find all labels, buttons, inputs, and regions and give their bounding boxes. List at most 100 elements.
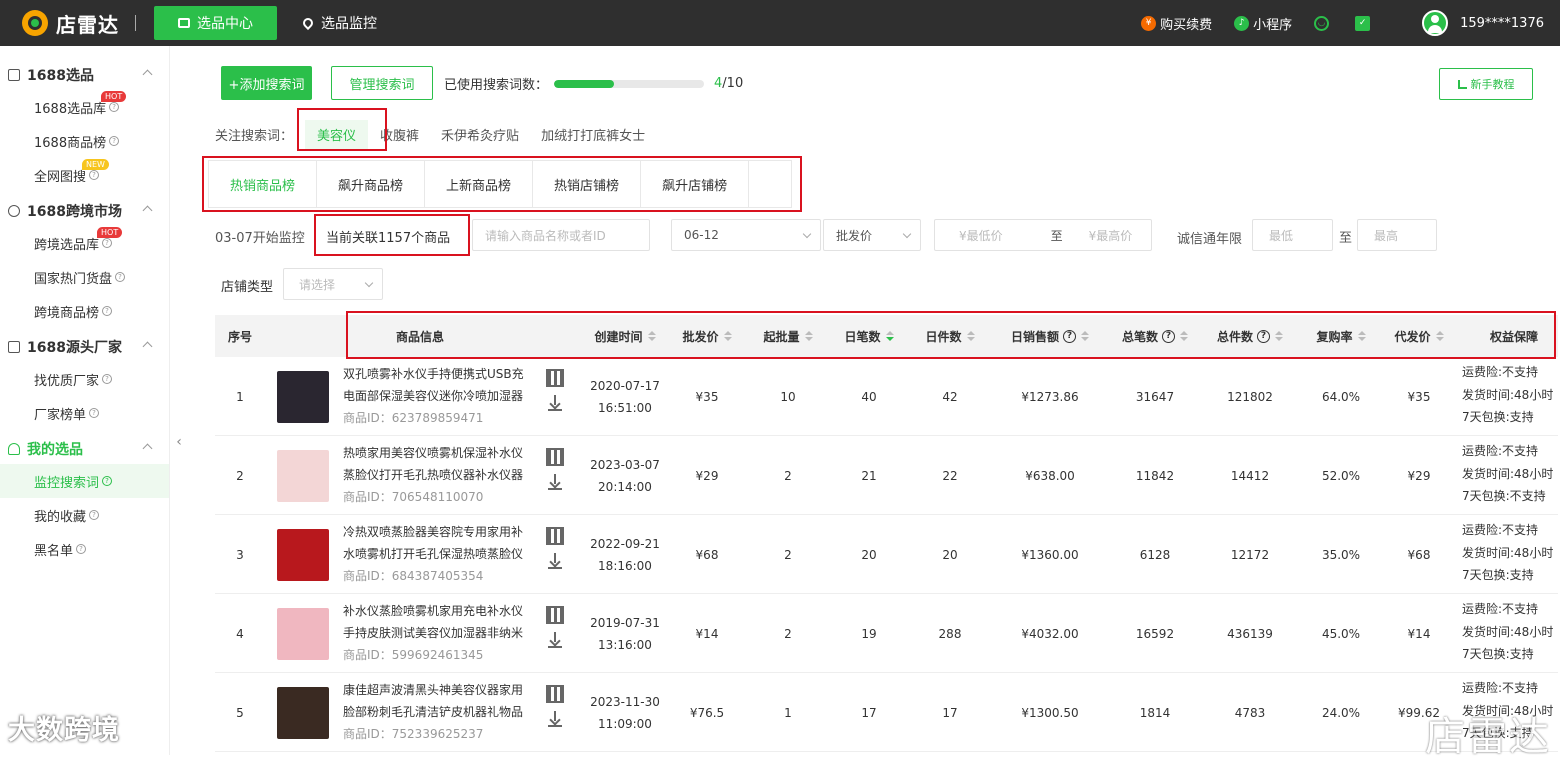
help-icon[interactable]: ? <box>109 102 120 112</box>
help-icon[interactable]: ? <box>102 476 113 486</box>
help-icon[interactable]: ? <box>89 408 100 418</box>
sidebar-item-image-search[interactable]: 全网图搜? NEW <box>0 158 169 192</box>
cx-max-input[interactable]: 最高 <box>1357 219 1437 251</box>
product-thumbnail[interactable] <box>277 687 329 739</box>
price-type-select[interactable]: 批发价 <box>823 219 921 251</box>
sidebar-collapse-button[interactable]: ‹ <box>170 420 188 464</box>
help-icon[interactable]: ? <box>102 306 113 316</box>
qr-code-icon[interactable] <box>546 527 564 545</box>
buy-renew-link[interactable]: ¥ 购买续费 <box>1141 14 1212 33</box>
rights-line: 运费险:不支持 <box>1462 365 1539 379</box>
help-icon[interactable]: ? <box>89 510 100 520</box>
edit-button[interactable]: ✓ <box>1355 15 1374 31</box>
cell-value: ¥68 <box>695 547 719 562</box>
sidebar-item-crossborder-library[interactable]: 跨境选品库? HOT <box>0 226 169 260</box>
qr-code-icon[interactable] <box>546 606 564 624</box>
cx-min-input[interactable]: 最低 <box>1252 219 1333 251</box>
shop-type-placeholder: 请选择 <box>299 277 336 292</box>
cx-years-label: 诚信通年限 <box>1177 232 1243 247</box>
product-title[interactable]: 双孔喷雾补水仪手持便携式USB充电面部保湿美容仪迷你冷喷加湿器 <box>343 363 531 407</box>
item-label: 国家热门货盘 <box>34 271 113 287</box>
product-thumbnail[interactable] <box>277 529 329 581</box>
nav-selection-center[interactable]: 选品中心 <box>154 6 277 40</box>
keyword-chip[interactable]: 禾伊希灸疗贴 <box>441 120 519 149</box>
cell-value: 17 <box>861 705 877 720</box>
date-select[interactable]: 06-12 <box>671 219 821 251</box>
product-title[interactable]: 热喷家用美容仪喷雾机保湿补水仪蒸脸仪打开毛孔热喷仪器补水仪器 <box>343 442 531 486</box>
sidebar-item-monitor-keywords[interactable]: 监控搜索词? <box>0 464 169 498</box>
table-row[interactable]: 1 双孔喷雾补水仪手持便携式USB充电面部保湿美容仪迷你冷喷加湿器 商品ID：623… <box>215 357 1558 436</box>
download-icon[interactable] <box>548 395 562 411</box>
qr-code-icon[interactable] <box>546 369 564 387</box>
sidebar-item-factory-rank[interactable]: 厂家榜单? <box>0 396 169 430</box>
user-avatar[interactable] <box>1422 10 1449 36</box>
keyword-chip[interactable]: 加绒打打底裤女士 <box>541 120 645 149</box>
sidebar-item-1688-rank[interactable]: 1688商品榜? <box>0 124 169 158</box>
cell-value: ¥1273.86 <box>1021 389 1079 404</box>
cell-value: 11842 <box>1135 468 1175 483</box>
headset-button[interactable]: ◡ <box>1314 15 1333 31</box>
to-label: 至 <box>1339 231 1353 246</box>
product-search-input[interactable]: 请输入商品名称或者ID <box>472 219 650 251</box>
sidebar: 1688选品 1688选品库? HOT 1688商品榜? 全网图搜? NEW 168… <box>0 46 170 755</box>
download-icon[interactable] <box>548 711 562 727</box>
cell-daily-sales: ¥1360.00 <box>995 515 1105 594</box>
table-row[interactable]: 3 冷热双喷蒸脸器美容院专用家用补水喷雾机打开毛孔保湿热喷蒸脸仪 商品ID：6843… <box>215 515 1558 594</box>
add-keyword-button[interactable]: +添加搜索词 <box>221 66 312 100</box>
qr-code-icon[interactable] <box>546 448 564 466</box>
cell-daily-orders: 19 <box>829 594 909 673</box>
mini-program-link[interactable]: ♪ 小程序 <box>1234 14 1292 33</box>
rights-line: 发货时间:48小时 <box>1462 466 1554 481</box>
cell-value: 288 <box>938 626 962 641</box>
help-icon[interactable]: ? <box>115 272 126 282</box>
cell-total-pieces: 12172 <box>1205 515 1295 594</box>
help-icon[interactable]: ? <box>76 544 87 554</box>
annotation-box <box>202 156 802 212</box>
help-icon[interactable]: ? <box>102 374 113 384</box>
guide-button[interactable]: 新手教程 <box>1439 68 1533 100</box>
nav-selection-monitor[interactable]: 选品监控 <box>300 13 377 33</box>
product-title[interactable]: 康佳超声波清黑头神美容仪器家用脸部粉刺毛孔清洁铲皮机器礼物品 <box>343 679 531 723</box>
table-row[interactable]: 4 补水仪蒸脸喷雾机家用充电补水仪手持皮肤测试美容仪加湿器非纳米 商品ID：5996… <box>215 594 1558 673</box>
table-row[interactable]: 5 康佳超声波清黑头神美容仪器家用脸部粉刺毛孔清洁铲皮机器礼物品 商品ID：7523… <box>215 673 1558 752</box>
product-title[interactable]: 补水仪蒸脸喷雾机家用充电补水仪手持皮肤测试美容仪加湿器非纳米 <box>343 600 531 644</box>
sidebar-section-1688[interactable]: 1688选品 <box>0 60 169 90</box>
help-icon[interactable]: ? <box>89 170 100 180</box>
rights-line: 发货时间:48小时 <box>1462 545 1554 560</box>
sidebar-item-country-hot[interactable]: 国家热门货盘? <box>0 260 169 294</box>
sidebar-item-crossborder-rank[interactable]: 跨境商品榜? <box>0 294 169 328</box>
product-info: 冷热双喷蒸脸器美容院专用家用补水喷雾机打开毛孔保湿热喷蒸脸仪 商品ID：68438… <box>343 521 531 587</box>
product-title[interactable]: 冷热双喷蒸脸器美容院专用家用补水喷雾机打开毛孔保湿热喷蒸脸仪 <box>343 521 531 565</box>
sidebar-item-blacklist[interactable]: 黑名单? <box>0 532 169 566</box>
product-thumbnail[interactable] <box>277 608 329 660</box>
sidebar-item-1688-library[interactable]: 1688选品库? HOT <box>0 90 169 124</box>
headset-icon: ◡ <box>1314 15 1330 31</box>
qr-code-icon[interactable] <box>546 685 564 703</box>
row-index: 5 <box>215 673 265 752</box>
product-thumbnail[interactable] <box>277 371 329 423</box>
rights-line: 运费险:不支持 <box>1462 681 1539 695</box>
price-range-input[interactable]: ¥最低价 至 ¥最高价 <box>934 219 1152 251</box>
product-thumbnail[interactable] <box>277 450 329 502</box>
sidebar-item-find-factory[interactable]: 找优质厂家? <box>0 362 169 396</box>
download-icon[interactable] <box>548 632 562 648</box>
table-row[interactable]: 2 热喷家用美容仪喷雾机保湿补水仪蒸脸仪打开毛孔热喷仪器补水仪器 商品ID：7065… <box>215 436 1558 515</box>
sidebar-item-favorites[interactable]: 我的收藏? <box>0 498 169 532</box>
app-logo[interactable]: 店雷达 <box>22 9 119 38</box>
help-icon[interactable]: ? <box>109 136 120 146</box>
sidebar-section-factory[interactable]: 1688源头厂家 <box>0 332 169 362</box>
cell-value: 1814 <box>1139 705 1171 720</box>
download-icon[interactable] <box>548 474 562 490</box>
sidebar-section-my-selection[interactable]: 我的选品 <box>0 434 169 464</box>
download-icon[interactable] <box>548 553 562 569</box>
cell-price: ¥14 <box>667 594 747 673</box>
manage-keyword-button[interactable]: 管理搜索词 <box>331 66 433 100</box>
cell-value: 20:14:00 <box>598 479 652 494</box>
user-phone[interactable]: 159****1376 <box>1460 16 1544 31</box>
help-icon[interactable]: ? <box>102 238 113 248</box>
min-price-input[interactable]: ¥最低价 <box>959 227 1003 244</box>
sidebar-section-crossborder[interactable]: 1688跨境市场 <box>0 196 169 226</box>
shop-type-select[interactable]: 请选择 <box>283 268 383 300</box>
product-info: 热喷家用美容仪喷雾机保湿补水仪蒸脸仪打开毛孔热喷仪器补水仪器 商品ID：70654… <box>343 442 531 508</box>
max-price-input[interactable]: ¥最高价 <box>1089 227 1133 244</box>
